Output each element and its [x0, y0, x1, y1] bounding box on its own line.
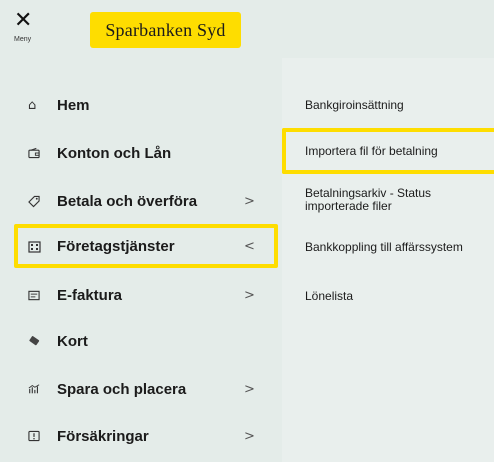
menu-toggle-button[interactable]: ✕ Meny	[14, 10, 44, 50]
nav-item-kort[interactable]: Kort	[14, 319, 278, 363]
nav-item-foretagstjanster[interactable]: Företagstjänster <	[14, 224, 278, 268]
tag-icon	[14, 195, 40, 208]
home-icon: ⌂	[28, 97, 37, 113]
nav-item-label: Kort	[57, 332, 88, 350]
submenu-item-label: Bankgiroinsättning	[305, 97, 404, 112]
nav-item-label: Hem	[57, 96, 90, 114]
chevron-left-icon: <	[244, 238, 255, 254]
nav-item-label: Försäkringar	[57, 427, 149, 445]
nav-item-forsakringar[interactable]: Försäkringar >	[14, 414, 278, 458]
shield-icon	[14, 430, 40, 442]
nav-item-spara-och-placera[interactable]: Spara och placera >	[14, 367, 278, 411]
chevron-right-icon: >	[244, 287, 255, 303]
card-icon	[14, 335, 40, 347]
nav-item-konton-och-lan[interactable]: Konton och Lån	[14, 131, 278, 175]
submenu-item-label: Betalningsarkiv - Status importerade fil…	[305, 186, 432, 213]
close-icon: ✕	[14, 8, 33, 33]
chevron-right-icon: >	[244, 381, 255, 397]
nav-item-label: Spara och placera	[57, 380, 187, 398]
top-bar: ✕ Meny Sparbanken Syd	[0, 0, 494, 58]
nav-item-label: Företagstjänster	[57, 237, 175, 255]
invoice-icon	[14, 290, 40, 301]
submenu-item-importera-fil[interactable]: Importera fil för betalning	[282, 128, 494, 174]
chart-icon	[14, 383, 40, 395]
submenu-item-label: Importera fil för betalning	[305, 143, 438, 158]
submenu-item-label: Lönelista	[305, 288, 354, 303]
nav-item-label: Betala och överföra	[57, 192, 198, 210]
submenu-item-bankgiroinsattning[interactable]: Bankgiroinsättning	[282, 92, 494, 118]
submenu-item-lonelista[interactable]: Lönelista	[282, 283, 494, 309]
wallet-icon	[14, 147, 40, 159]
submenu-item-betalningsarkiv[interactable]: Betalningsarkiv - Status importerade fil…	[282, 182, 494, 218]
chevron-right-icon: >	[244, 428, 255, 444]
menu-label: Meny	[14, 36, 32, 43]
submenu-item-label: Bankkoppling till affärssystem	[305, 239, 463, 254]
nav-item-label: E-faktura	[57, 286, 123, 304]
nav-item-hem[interactable]: ⌂ Hem	[14, 83, 278, 127]
nav-item-label: Konton och Lån	[57, 144, 172, 162]
building-icon	[18, 240, 44, 253]
nav-item-betala-och-overfora[interactable]: Betala och överföra >	[14, 179, 278, 223]
logo[interactable]: Sparbanken Syd	[90, 12, 241, 48]
chevron-right-icon: >	[244, 193, 255, 209]
submenu-item-bankkoppling[interactable]: Bankkoppling till affärssystem	[282, 234, 494, 260]
nav-item-e-faktura[interactable]: E-faktura >	[14, 273, 278, 317]
logo-text: Sparbanken Syd	[105, 19, 226, 40]
submenu-panel	[282, 58, 494, 462]
